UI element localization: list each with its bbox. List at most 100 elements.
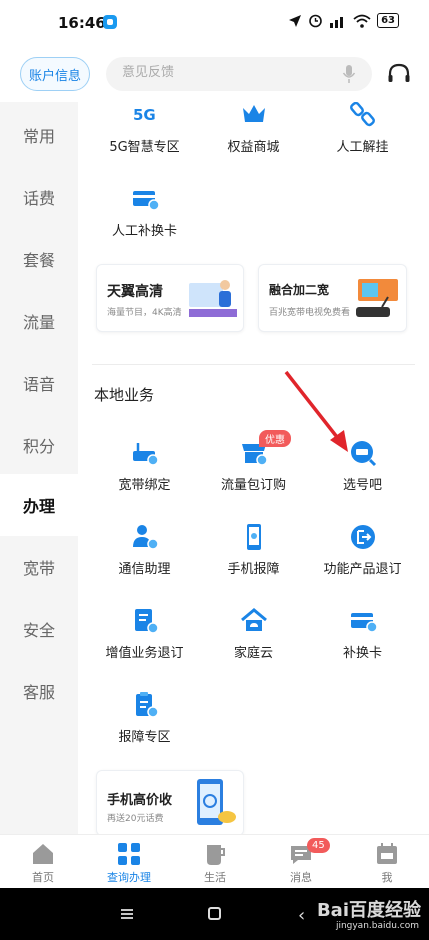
service-manual-card-replace[interactable]: 人工补换卡 <box>86 184 203 239</box>
banner-title: 天翼高清 <box>107 284 163 300</box>
search-input[interactable] <box>122 65 332 80</box>
home-icon <box>33 844 53 864</box>
banner-phone-recycle[interactable]: 手机高价收 再送20元话费 <box>96 770 244 834</box>
service-card-replace[interactable]: 补换卡 <box>304 606 421 661</box>
service-label: 人工补换卡 <box>111 224 177 239</box>
sidebar-item-package[interactable]: 套餐 <box>0 228 78 290</box>
router-illustration-icon <box>356 279 398 317</box>
banner-title: 融合加二宽 <box>269 283 330 297</box>
service-rights-mall[interactable]: 权益商城 <box>195 102 312 155</box>
tab-me[interactable]: 我 <box>344 841 429 885</box>
service-label: 选号吧 <box>342 478 382 493</box>
service-comm-assistant[interactable]: 通信助理 <box>86 522 203 577</box>
tab-label: 生活 <box>204 871 226 884</box>
watermark-url: jingyan.baidu.com <box>335 921 419 931</box>
service-label: 补换卡 <box>342 646 382 661</box>
grid-icon <box>118 843 140 865</box>
app-notification-icon <box>103 15 117 29</box>
service-label: 流量包订购 <box>220 478 286 493</box>
assistant-icon <box>132 525 159 550</box>
category-sidebar: 常用 话费 套餐 流量 语音 积分 办理 宽带 安全 客服 <box>0 102 78 834</box>
tab-label: 查询办理 <box>107 871 151 884</box>
tab-label: 首页 <box>32 871 54 884</box>
signal-icon <box>330 16 344 28</box>
tab-home[interactable]: 首页 <box>0 841 86 885</box>
tv-illustration-icon <box>189 280 237 317</box>
service-label: 宽带绑定 <box>118 478 171 493</box>
banner-subtitle: 再送20元话费 <box>107 814 164 824</box>
system-navigation-bar: ‹ Bai百度经验 jingyan.baidu.com <box>0 888 429 940</box>
watermark-brand: Bai百度经验 <box>316 900 421 921</box>
status-icons: 63 <box>288 13 399 28</box>
service-label: 功能产品退订 <box>323 562 402 577</box>
sidebar-item-common[interactable]: 常用 <box>0 104 78 166</box>
sidebar-item-fees[interactable]: 话费 <box>0 166 78 228</box>
service-family-cloud[interactable]: 家庭云 <box>195 606 312 661</box>
annotation-arrow-icon <box>284 370 348 452</box>
account-info-button[interactable]: 账户信息 <box>20 57 90 91</box>
banner-subtitle: 百兆宽带电视免费看 <box>269 308 351 318</box>
message-count-badge: 45 <box>307 838 330 853</box>
battery-icon: 63 <box>377 13 399 28</box>
service-value-added-unsubscribe[interactable]: 增值业务退订 <box>86 606 203 661</box>
sidebar-item-data[interactable]: 流量 <box>0 290 78 352</box>
customer-service-icon[interactable] <box>386 62 412 88</box>
sidebar-item-handle[interactable]: 办理 <box>0 474 78 536</box>
exit-icon <box>350 525 375 549</box>
tab-life[interactable]: 生活 <box>172 841 258 885</box>
header: 账户信息 <box>0 46 429 102</box>
home-button[interactable] <box>208 907 221 920</box>
sidebar-item-broadband[interactable]: 宽带 <box>0 536 78 598</box>
wifi-icon <box>353 14 371 28</box>
status-bar: 16:46 63 <box>0 0 429 46</box>
bottom-navigation: 首页 查询办理 生活 45 消息 我 <box>0 834 429 888</box>
calendar-icon <box>377 843 397 864</box>
service-content: 5G 5G智慧专区 权益商城 人工解挂 人工补换卡 天翼高清 海量节目，4K高清… <box>78 102 429 834</box>
crown-icon <box>242 105 265 122</box>
service-broadband-binding[interactable]: 宽带绑定 <box>86 438 203 493</box>
sidebar-item-security[interactable]: 安全 <box>0 598 78 660</box>
location-icon <box>289 14 302 27</box>
sidebar-item-support[interactable]: 客服 <box>0 660 78 722</box>
microphone-icon[interactable] <box>342 64 356 84</box>
cup-icon <box>207 845 225 865</box>
status-time: 16:46 <box>58 14 106 32</box>
search-bar[interactable] <box>106 57 372 91</box>
home-cloud-icon <box>240 608 267 631</box>
banner-fusion-broadband[interactable]: 融合加二宽 百兆宽带电视免费看 <box>258 264 407 332</box>
tab-label: 消息 <box>290 871 312 884</box>
sidebar-item-points[interactable]: 积分 <box>0 414 78 476</box>
tab-label: 我 <box>381 871 393 884</box>
service-label: 5G智慧专区 <box>109 140 180 155</box>
back-icon[interactable]: ‹ <box>298 905 305 926</box>
phone-icon <box>246 524 261 550</box>
section-title-local-business: 本地业务 <box>94 386 155 404</box>
svg-text:5G: 5G <box>133 106 156 124</box>
5g-icon: 5G <box>133 106 156 124</box>
alarm-icon <box>309 14 322 28</box>
service-label: 通信助理 <box>118 562 171 577</box>
service-label: 权益商城 <box>227 140 280 155</box>
service-label: 家庭云 <box>233 646 273 661</box>
service-manual-unlink[interactable]: 人工解挂 <box>304 102 421 155</box>
clipboard-icon <box>135 692 159 718</box>
router-icon <box>132 443 159 466</box>
banner-tianyi-hd[interactable]: 天翼高清 海量节目，4K高清 <box>96 264 244 332</box>
tab-query-handle[interactable]: 查询办理 <box>86 841 172 885</box>
service-label: 手机报障 <box>227 562 280 577</box>
tab-messages[interactable]: 45 消息 <box>258 838 344 885</box>
section-divider <box>92 364 415 365</box>
sidebar-item-voice[interactable]: 语音 <box>0 352 78 414</box>
card-icon <box>350 613 378 633</box>
card-icon <box>132 191 160 211</box>
service-function-unsubscribe[interactable]: 功能产品退订 <box>304 522 421 577</box>
service-label: 人工解挂 <box>336 140 389 155</box>
banner-subtitle: 海量节目，4K高清 <box>107 308 182 318</box>
menu-icon[interactable] <box>120 908 134 920</box>
service-fault-zone[interactable]: 报障专区 <box>86 690 203 745</box>
service-label: 报障专区 <box>118 730 171 745</box>
service-label: 增值业务退订 <box>105 646 184 661</box>
service-5g-zone[interactable]: 5G 5G智慧专区 <box>86 102 203 155</box>
service-phone-fault[interactable]: 手机报障 <box>195 522 312 577</box>
phone-recycle-icon <box>197 779 236 825</box>
